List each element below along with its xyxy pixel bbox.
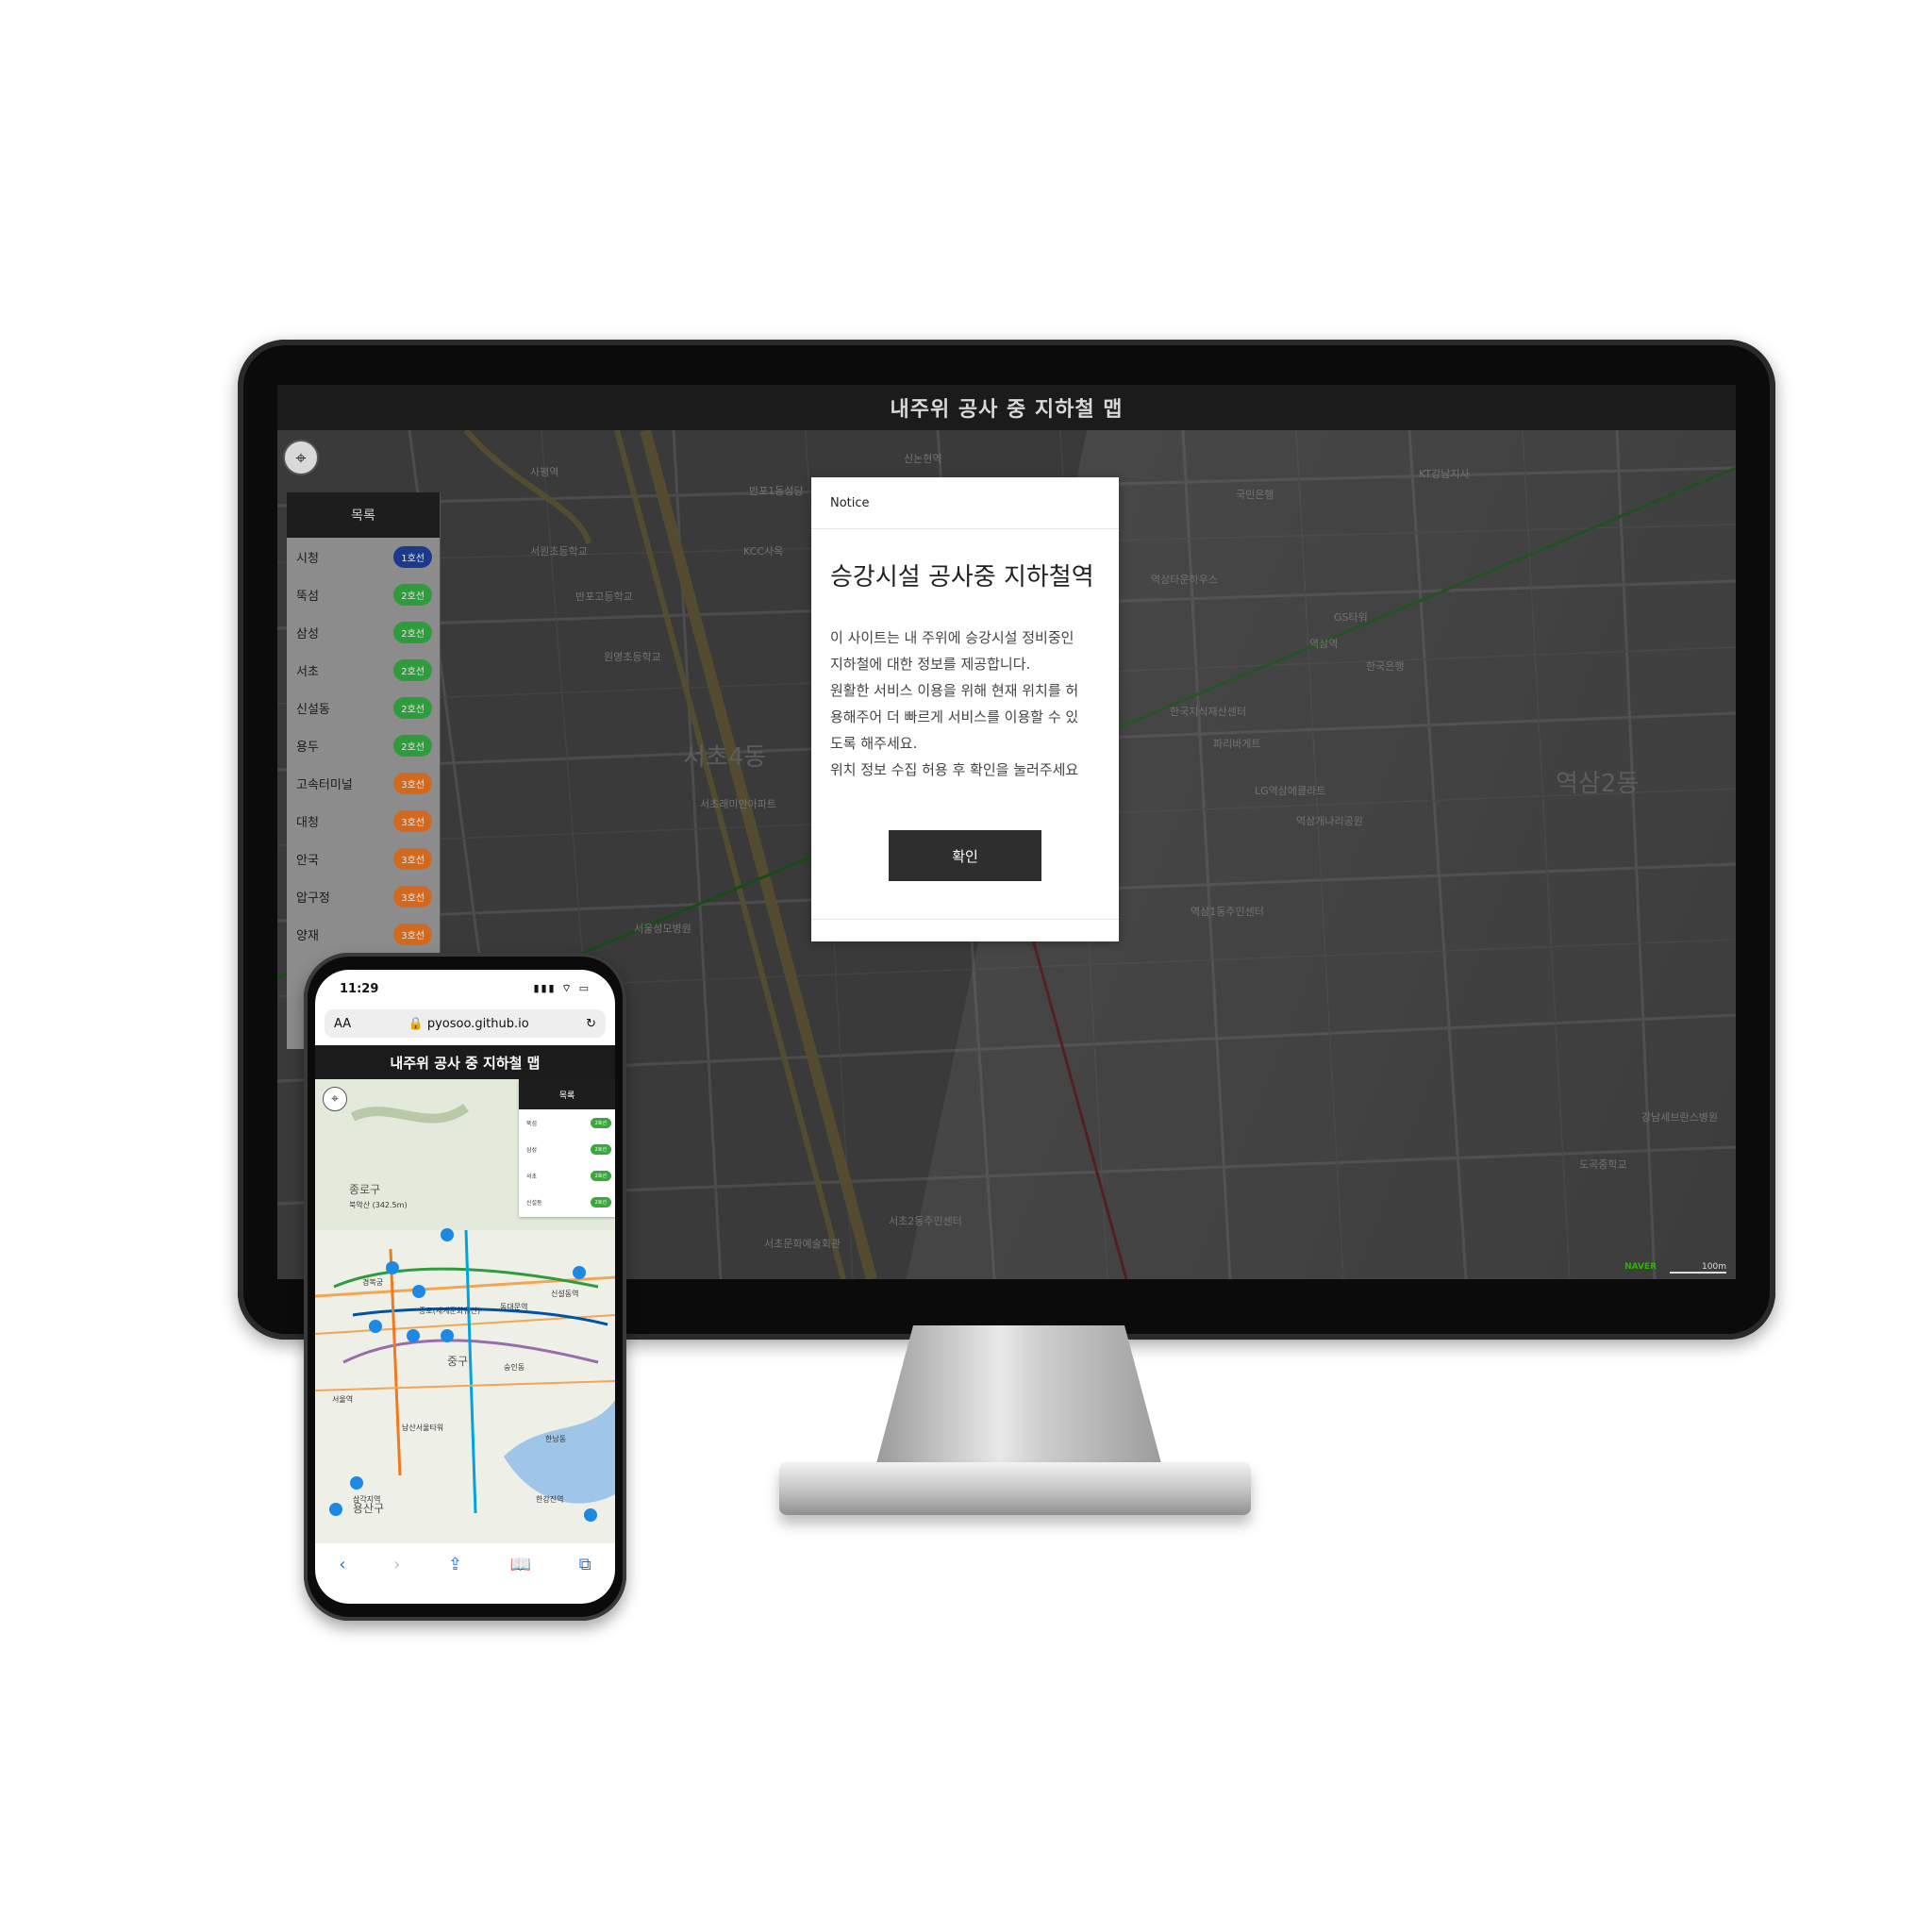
crosshair-icon: ⌖ [295,446,307,469]
station-name: 대청 [296,815,319,830]
notice-modal: Notice 승강시설 공사중 지하철역 이 사이트는 내 주위에 승강시설 정… [811,477,1119,941]
station-name: 뚝섬 [526,1120,538,1127]
station-name: 뚝섬 [296,589,319,604]
map-scale: 100m [1670,1262,1726,1274]
browser-address-bar[interactable]: AA 🔒 pyosoo.github.io ↻ [325,1009,606,1038]
current-location-button[interactable]: ⌖ [323,1087,347,1111]
crosshair-icon: ⌖ [331,1091,339,1107]
share-icon[interactable]: ⇪ [448,1555,462,1574]
line-badge: 3호선 [393,772,432,794]
station-name: 용두 [296,740,319,755]
naver-attribution: NAVER [1624,1262,1657,1272]
reload-icon[interactable]: ↻ [586,1017,596,1031]
line-badge: 2호선 [590,1143,611,1155]
station-row[interactable]: 양재 3호선 [287,915,440,953]
map-label: 경복궁 [362,1278,384,1287]
line-badge: 3호선 [393,847,432,870]
map-label: 남산서울타워 [402,1424,444,1432]
station-list: 시청 1호선 뚝섬 2호선 삼성 2호선 서초 2호선 신설동 2호선 용두 2호선 고속터미널 3호선 대… [287,538,440,953]
station-row[interactable]: 서초 2호선 [287,651,440,689]
mobile-station-list: 목록 뚝섬 2호선 삼성 2호선 서초 2호선 신설동 2호선 [519,1079,615,1217]
mobile-station-row[interactable]: 서초 2호선 [519,1162,615,1189]
line-badge: 3호선 [393,923,432,945]
map-label: 동대문역 [500,1303,528,1311]
station-row[interactable]: 고속터미널 3호선 [287,764,440,802]
line-badge: 2호선 [393,734,432,757]
district-label: 종로구 [349,1183,381,1196]
modal-footer-divider [811,919,1119,920]
station-name: 고속터미널 [296,777,353,792]
station-row[interactable]: 뚝섬 2호선 [287,575,440,613]
back-icon[interactable]: ‹ [339,1555,345,1574]
mobile-station-row[interactable]: 신설동 2호선 [519,1189,615,1215]
station-name: 삼성 [296,626,319,641]
district-label: 중구 [447,1355,469,1368]
station-row[interactable]: 압구정 3호선 [287,877,440,915]
station-name: 삼성 [526,1146,538,1154]
mobile-list-heading: 목록 [519,1079,615,1109]
map-label: 종로(세계문화유산) [419,1307,481,1315]
phone-screen: 11:29 ▮▮▮ ⌔ ▭ AA 🔒 pyosoo.github.io ↻ 내주… [315,970,615,1604]
mobile-station-row[interactable]: 삼성 2호선 [519,1136,615,1162]
line-badge: 3호선 [393,885,432,908]
mobile-list-rows: 뚝섬 2호선 삼성 2호선 서초 2호선 신설동 2호선 [519,1109,615,1215]
safari-toolbar: ‹ › ⇪ 📖 ⧉ [315,1543,615,1585]
map-label: 숭인동 [504,1363,525,1372]
station-name: 시청 [296,551,319,566]
current-location-button[interactable]: ⌖ [283,440,319,475]
monitor-stand-neck [875,1325,1162,1467]
mobile-phone: 11:29 ▮▮▮ ⌔ ▭ AA 🔒 pyosoo.github.io ↻ 내주… [304,953,626,1621]
station-name: 서초 [526,1173,538,1180]
line-badge: 2호선 [393,621,432,643]
station-name: 안국 [296,853,319,868]
map-label: 신설동역 [551,1290,579,1298]
mobile-app-header: 내주위 공사 중 지하철 맵 [315,1045,615,1079]
monitor-stand-base [779,1462,1251,1515]
map-label: 삼각지역 [353,1495,381,1504]
line-badge: 1호선 [393,545,432,568]
station-list-heading: 목록 [287,492,440,538]
line-badge: 3호선 [393,809,432,832]
station-row[interactable]: 신설동 2호선 [287,689,440,726]
tabs-icon[interactable]: ⧉ [579,1555,591,1574]
mobile-map-view[interactable]: 종로구 중구 용산구 북악산 (342.5m) 경복궁 종로(세계문화유산) 동… [315,1079,615,1543]
mobile-station-row[interactable]: 뚝섬 2호선 [519,1109,615,1136]
line-badge: 2호선 [590,1196,611,1208]
line-badge: 2호선 [590,1117,611,1128]
forward-icon[interactable]: › [393,1555,400,1574]
station-name: 양재 [296,928,319,943]
map-label: 북악산 (342.5m) [349,1201,408,1209]
station-row[interactable]: 시청 1호선 [287,538,440,575]
status-bar: 11:29 ▮▮▮ ⌔ ▭ [315,970,615,1008]
map-label: 한강진역 [536,1495,564,1504]
station-name: 신설동 [526,1199,542,1207]
app-header: 내주위 공사 중 지하철 맵 [277,385,1736,430]
line-badge: 2호선 [393,696,432,719]
station-name: 압구정 [296,891,330,906]
line-badge: 2호선 [393,583,432,606]
line-badge: 2호선 [393,658,432,681]
station-name: 신설동 [296,702,330,717]
station-row[interactable]: 안국 3호선 [287,840,440,877]
notice-title: 승강시설 공사중 지하철역 [830,563,1094,591]
station-row[interactable]: 대청 3호선 [287,802,440,840]
confirm-button[interactable]: 확인 [889,830,1041,881]
status-time: 11:29 [340,981,379,996]
signal-wifi-battery-icon: ▮▮▮ ⌔ ▭ [533,982,591,994]
station-name: 서초 [296,664,319,679]
notice-body: 이 사이트는 내 주위에 승강시설 정비중인 지하철에 대한 정보를 제공합니다… [830,629,1079,778]
line-badge: 2호선 [590,1170,611,1181]
url-text[interactable]: 🔒 pyosoo.github.io [408,1017,529,1031]
bookmarks-icon[interactable]: 📖 [510,1555,531,1574]
station-row[interactable]: 용두 2호선 [287,726,440,764]
notice-header: Notice [811,477,1119,529]
map-label: 한남동 [545,1435,567,1443]
text-size-button[interactable]: AA [334,1017,351,1031]
map-label: 서울역 [332,1395,354,1404]
station-row[interactable]: 삼성 2호선 [287,613,440,651]
